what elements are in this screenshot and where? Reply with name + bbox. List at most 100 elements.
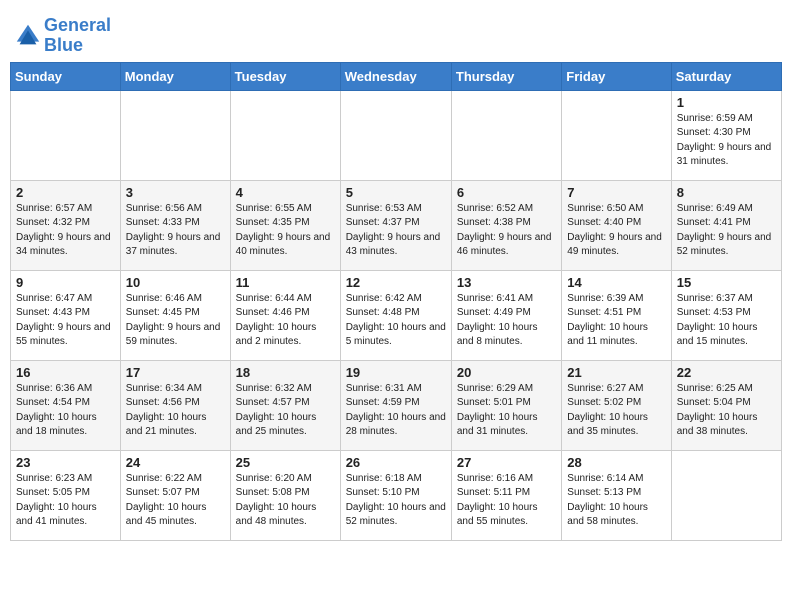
day-info: Sunrise: 6:20 AM Sunset: 5:08 PM Dayligh… — [236, 472, 335, 530]
page-header: General Blue — [10, 10, 782, 56]
calendar-cell: 12 Sunrise: 6:42 AM Sunset: 4:48 PM Dayli… — [340, 270, 451, 360]
calendar-cell: 3Sunrise: 6:56 AM Sunset: 4:33 PM Daylig… — [120, 180, 230, 270]
day-number: 6 — [457, 185, 556, 200]
day-number: 7 — [567, 185, 665, 200]
calendar-table: SundayMondayTuesdayWednesdayThursdayFrid… — [10, 62, 782, 541]
weekday-header-tuesday: Tuesday — [230, 62, 340, 90]
day-info: Sunrise: 6:41 AM Sunset: 4:49 PM Dayligh… — [457, 292, 556, 350]
day-number: 24 — [126, 455, 225, 470]
calendar-cell: 25 Sunrise: 6:20 AM Sunset: 5:08 PM Dayli… — [230, 450, 340, 540]
day-info: Sunrise: 6:32 AM Sunset: 4:57 PM Dayligh… — [236, 382, 335, 440]
day-number: 16 — [16, 365, 115, 380]
day-info: Sunrise: 6:44 AM Sunset: 4:46 PM Dayligh… — [236, 292, 335, 350]
day-number: 10 — [126, 275, 225, 290]
calendar-cell: 22 Sunrise: 6:25 AM Sunset: 5:04 PM Dayli… — [671, 360, 781, 450]
calendar-cell: 17 Sunrise: 6:34 AM Sunset: 4:56 PM Dayli… — [120, 360, 230, 450]
calendar-cell: 21 Sunrise: 6:27 AM Sunset: 5:02 PM Dayli… — [562, 360, 671, 450]
day-info: Sunrise: 6:59 AM Sunset: 4:30 PM Dayligh… — [677, 112, 776, 170]
day-info: Sunrise: 6:37 AM Sunset: 4:53 PM Dayligh… — [677, 292, 776, 350]
day-number: 1 — [677, 95, 776, 110]
calendar-cell — [340, 90, 451, 180]
day-info: Sunrise: 6:31 AM Sunset: 4:59 PM Dayligh… — [346, 382, 446, 440]
day-info: Sunrise: 6:47 AM Sunset: 4:43 PM Dayligh… — [16, 292, 115, 350]
calendar-cell: 5 Sunrise: 6:53 AM Sunset: 4:37 PM Daylig… — [340, 180, 451, 270]
week-row-1: 1 Sunrise: 6:59 AM Sunset: 4:30 PM Daylig… — [11, 90, 782, 180]
calendar-cell: 6Sunrise: 6:52 AM Sunset: 4:38 PM Daylig… — [451, 180, 561, 270]
calendar-cell — [11, 90, 121, 180]
calendar-cell: 9 Sunrise: 6:47 AM Sunset: 4:43 PM Daylig… — [11, 270, 121, 360]
calendar-cell: 8 Sunrise: 6:49 AM Sunset: 4:41 PM Daylig… — [671, 180, 781, 270]
day-info: Sunrise: 6:16 AM Sunset: 5:11 PM Dayligh… — [457, 472, 556, 530]
day-info: Sunrise: 6:39 AM Sunset: 4:51 PM Dayligh… — [567, 292, 665, 350]
calendar-cell — [451, 90, 561, 180]
logo-text: General Blue — [44, 16, 111, 56]
calendar-cell: 11 Sunrise: 6:44 AM Sunset: 4:46 PM Dayli… — [230, 270, 340, 360]
calendar-cell: 18 Sunrise: 6:32 AM Sunset: 4:57 PM Dayli… — [230, 360, 340, 450]
day-number: 20 — [457, 365, 556, 380]
day-info: Sunrise: 6:49 AM Sunset: 4:41 PM Dayligh… — [677, 202, 776, 260]
calendar-cell: 23 Sunrise: 6:23 AM Sunset: 5:05 PM Dayli… — [11, 450, 121, 540]
calendar-cell: 20 Sunrise: 6:29 AM Sunset: 5:01 PM Dayli… — [451, 360, 561, 450]
day-number: 13 — [457, 275, 556, 290]
weekday-header-monday: Monday — [120, 62, 230, 90]
day-info: Sunrise: 6:55 AM Sunset: 4:35 PM Dayligh… — [236, 202, 335, 260]
calendar-cell: 24Sunrise: 6:22 AM Sunset: 5:07 PM Dayli… — [120, 450, 230, 540]
calendar-cell: 1 Sunrise: 6:59 AM Sunset: 4:30 PM Daylig… — [671, 90, 781, 180]
day-number: 14 — [567, 275, 665, 290]
calendar-cell: 4Sunrise: 6:55 AM Sunset: 4:35 PM Daylig… — [230, 180, 340, 270]
day-info: Sunrise: 6:14 AM Sunset: 5:13 PM Dayligh… — [567, 472, 665, 530]
calendar-cell: 14 Sunrise: 6:39 AM Sunset: 4:51 PM Dayli… — [562, 270, 671, 360]
calendar-cell: 7Sunrise: 6:50 AM Sunset: 4:40 PM Daylig… — [562, 180, 671, 270]
day-number: 12 — [346, 275, 446, 290]
day-info: Sunrise: 6:53 AM Sunset: 4:37 PM Dayligh… — [346, 202, 446, 260]
day-number: 28 — [567, 455, 665, 470]
weekday-header-row: SundayMondayTuesdayWednesdayThursdayFrid… — [11, 62, 782, 90]
weekday-header-saturday: Saturday — [671, 62, 781, 90]
week-row-3: 9 Sunrise: 6:47 AM Sunset: 4:43 PM Daylig… — [11, 270, 782, 360]
day-info: Sunrise: 6:27 AM Sunset: 5:02 PM Dayligh… — [567, 382, 665, 440]
calendar-cell: 16 Sunrise: 6:36 AM Sunset: 4:54 PM Dayli… — [11, 360, 121, 450]
day-number: 5 — [346, 185, 446, 200]
weekday-header-wednesday: Wednesday — [340, 62, 451, 90]
week-row-2: 2 Sunrise: 6:57 AM Sunset: 4:32 PM Daylig… — [11, 180, 782, 270]
day-info: Sunrise: 6:18 AM Sunset: 5:10 PM Dayligh… — [346, 472, 446, 530]
day-number: 22 — [677, 365, 776, 380]
day-number: 21 — [567, 365, 665, 380]
day-info: Sunrise: 6:29 AM Sunset: 5:01 PM Dayligh… — [457, 382, 556, 440]
logo: General Blue — [14, 16, 111, 56]
day-number: 9 — [16, 275, 115, 290]
day-number: 19 — [346, 365, 446, 380]
day-number: 18 — [236, 365, 335, 380]
day-number: 11 — [236, 275, 335, 290]
calendar-cell: 19 Sunrise: 6:31 AM Sunset: 4:59 PM Dayli… — [340, 360, 451, 450]
day-info: Sunrise: 6:36 AM Sunset: 4:54 PM Dayligh… — [16, 382, 115, 440]
day-number: 27 — [457, 455, 556, 470]
day-number: 17 — [126, 365, 225, 380]
calendar-cell — [120, 90, 230, 180]
day-info: Sunrise: 6:23 AM Sunset: 5:05 PM Dayligh… — [16, 472, 115, 530]
calendar-cell: 28 Sunrise: 6:14 AM Sunset: 5:13 PM Dayli… — [562, 450, 671, 540]
calendar-cell — [671, 450, 781, 540]
calendar-cell — [562, 90, 671, 180]
day-info: Sunrise: 6:56 AM Sunset: 4:33 PM Dayligh… — [126, 202, 225, 260]
calendar-cell: 26 Sunrise: 6:18 AM Sunset: 5:10 PM Dayli… — [340, 450, 451, 540]
calendar-cell: 27 Sunrise: 6:16 AM Sunset: 5:11 PM Dayli… — [451, 450, 561, 540]
day-info: Sunrise: 6:46 AM Sunset: 4:45 PM Dayligh… — [126, 292, 225, 350]
day-info: Sunrise: 6:34 AM Sunset: 4:56 PM Dayligh… — [126, 382, 225, 440]
day-info: Sunrise: 6:25 AM Sunset: 5:04 PM Dayligh… — [677, 382, 776, 440]
day-number: 26 — [346, 455, 446, 470]
calendar-cell: 2 Sunrise: 6:57 AM Sunset: 4:32 PM Daylig… — [11, 180, 121, 270]
day-info: Sunrise: 6:57 AM Sunset: 4:32 PM Dayligh… — [16, 202, 115, 260]
weekday-header-friday: Friday — [562, 62, 671, 90]
day-number: 23 — [16, 455, 115, 470]
week-row-5: 23 Sunrise: 6:23 AM Sunset: 5:05 PM Dayli… — [11, 450, 782, 540]
day-info: Sunrise: 6:42 AM Sunset: 4:48 PM Dayligh… — [346, 292, 446, 350]
weekday-header-sunday: Sunday — [11, 62, 121, 90]
calendar-cell — [230, 90, 340, 180]
day-number: 2 — [16, 185, 115, 200]
day-number: 25 — [236, 455, 335, 470]
day-number: 8 — [677, 185, 776, 200]
calendar-cell: 15Sunrise: 6:37 AM Sunset: 4:53 PM Dayli… — [671, 270, 781, 360]
calendar-cell: 10 Sunrise: 6:46 AM Sunset: 4:45 PM Dayli… — [120, 270, 230, 360]
week-row-4: 16 Sunrise: 6:36 AM Sunset: 4:54 PM Dayli… — [11, 360, 782, 450]
